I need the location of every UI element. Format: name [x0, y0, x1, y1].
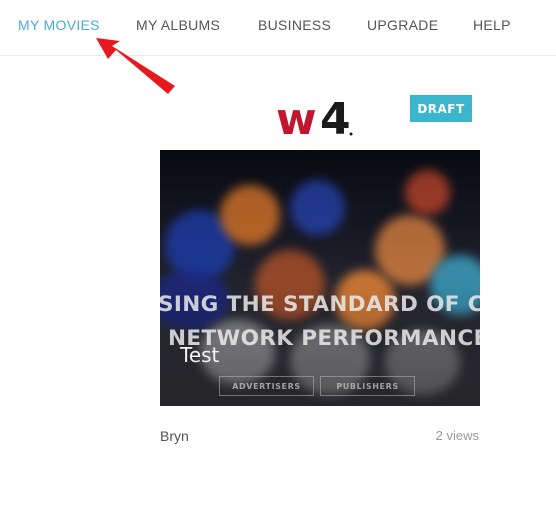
- thumbnail-headline-line1: SING THE STANDARD OF C: [160, 292, 480, 317]
- w4-logo: w 4: [276, 96, 353, 142]
- nav-my-albums[interactable]: MY ALBUMS: [136, 17, 220, 33]
- draft-badge: DRAFT: [410, 95, 472, 122]
- logo-letter-w: w: [276, 96, 316, 142]
- thumbnail-overlay: [160, 150, 480, 406]
- top-navigation: MY MOVIES MY ALBUMS BUSINESS UPGRADE HEL…: [0, 0, 556, 56]
- movie-title: Test: [180, 343, 220, 367]
- movie-author: Bryn: [160, 428, 189, 444]
- view-count: 2 views: [435, 428, 479, 443]
- logo-digit-4: 4: [320, 96, 351, 142]
- advertisers-button: ADVERTISERS: [219, 376, 314, 396]
- nav-upgrade[interactable]: UPGRADE: [367, 17, 438, 33]
- nav-business[interactable]: BUSINESS: [258, 17, 331, 33]
- publishers-button: PUBLISHERS: [320, 376, 415, 396]
- nav-help[interactable]: HELP: [473, 17, 511, 33]
- nav-my-movies[interactable]: MY MOVIES: [18, 17, 100, 33]
- logo-registered-mark: [349, 132, 353, 136]
- movie-thumbnail[interactable]: SING THE STANDARD OF C NETWORK PERFORMAN…: [160, 150, 480, 406]
